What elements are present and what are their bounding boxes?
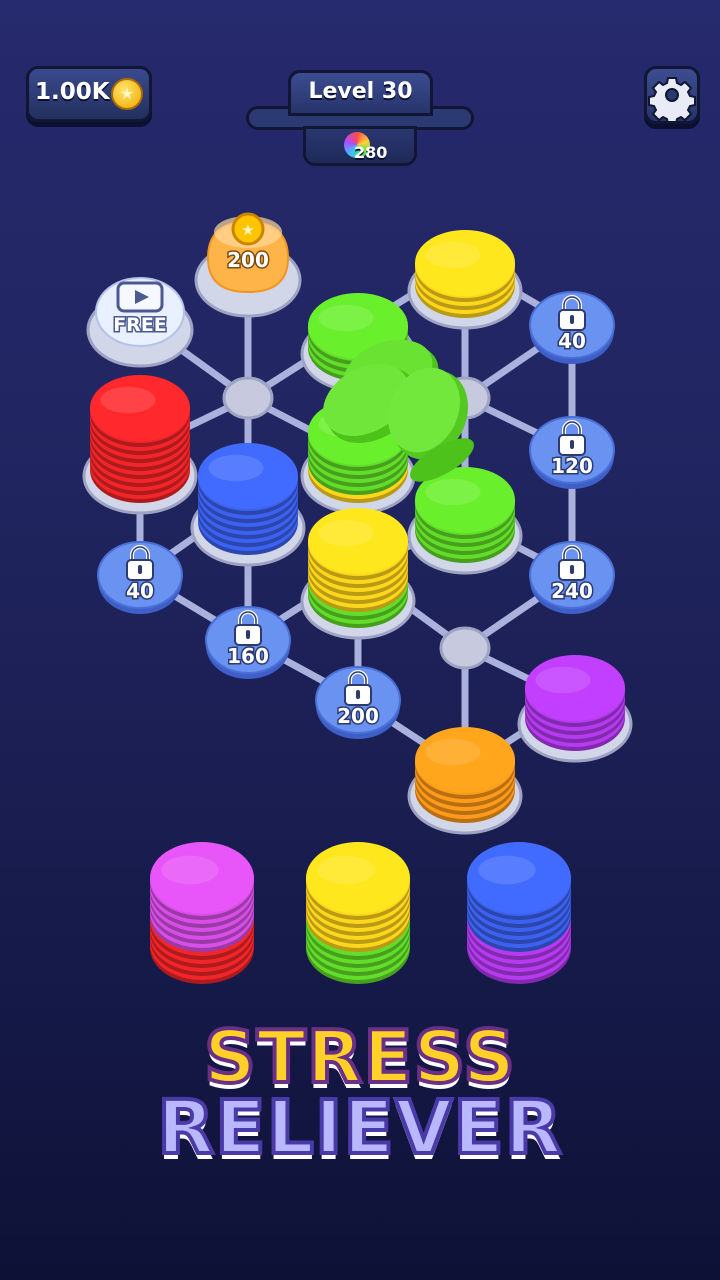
stack-yellow-green-mid[interactable] — [300, 508, 416, 640]
lock-cost: 40 — [126, 579, 154, 603]
stack-yellow-top[interactable] — [407, 230, 523, 330]
svg-text:★: ★ — [241, 221, 254, 239]
stack-blue[interactable] — [190, 443, 306, 567]
tray-stack-2[interactable] — [306, 842, 410, 984]
lock-cost: 200 — [337, 704, 379, 728]
locked-slot[interactable]: 120 — [529, 416, 615, 489]
free-label: FREE — [113, 314, 167, 336]
locked-slot[interactable]: 40 — [97, 541, 183, 614]
stack-orange[interactable] — [407, 727, 523, 835]
locked-slot[interactable]: 160 — [205, 606, 291, 679]
empty-slot — [222, 376, 274, 420]
locked-slot[interactable]: 240 — [529, 541, 615, 614]
locked-slot[interactable]: 200 — [315, 666, 401, 739]
tray-stack-3[interactable] — [467, 842, 571, 984]
stack-green-right[interactable] — [407, 467, 523, 575]
lock-cost: 40 — [558, 329, 586, 353]
lock-cost: 120 — [551, 454, 593, 478]
lock-cost: 160 — [227, 644, 269, 668]
empty-slot — [439, 626, 491, 670]
coin-slot-cost: 200 — [227, 248, 269, 272]
stack-red[interactable] — [82, 375, 198, 515]
locked-slot[interactable]: 40 — [529, 291, 615, 364]
tray-stack-1[interactable] — [150, 842, 254, 984]
lock-cost: 240 — [551, 579, 593, 603]
stack-purple[interactable] — [517, 655, 633, 763]
slogan-line2: RELIEVER — [155, 1083, 564, 1173]
